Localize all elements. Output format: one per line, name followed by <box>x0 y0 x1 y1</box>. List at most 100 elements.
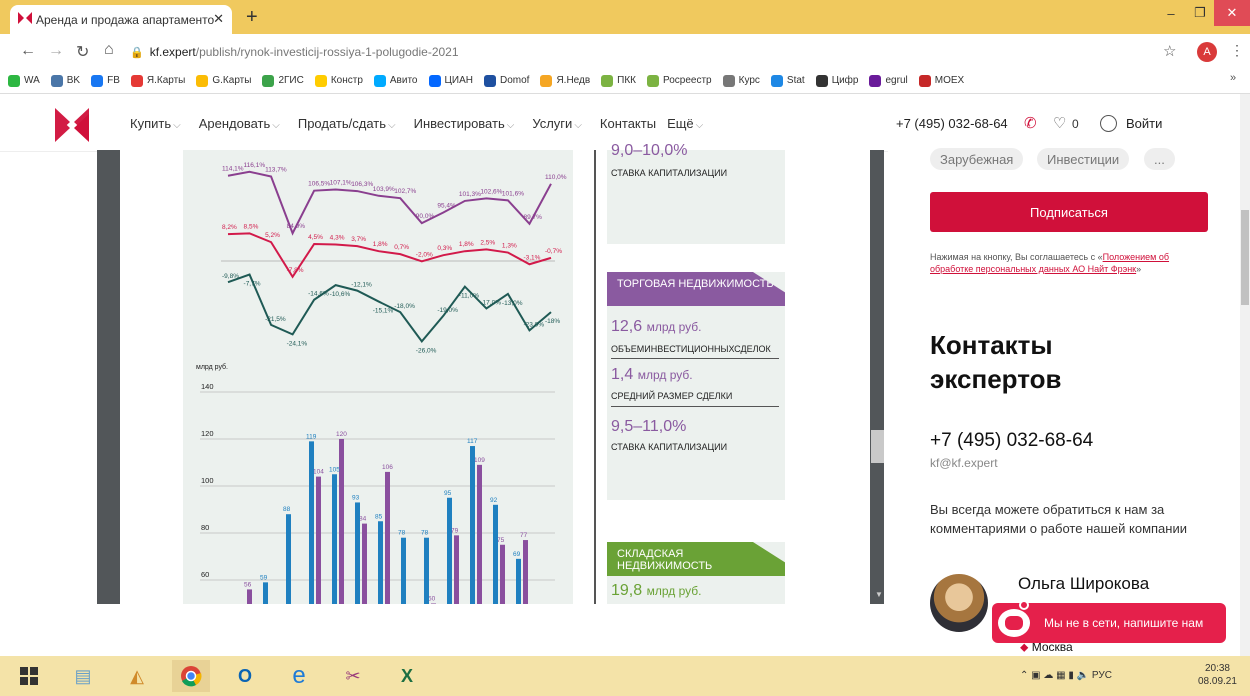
line-data-label: -15,1% <box>373 308 394 315</box>
back-icon[interactable]: ← <box>20 42 36 60</box>
snipping-tool-icon[interactable]: ✂ <box>334 660 372 692</box>
bookmark-item[interactable]: Авито <box>373 74 418 87</box>
nav-item[interactable]: Контакты <box>600 116 658 131</box>
nav-item[interactable]: Инвестировать ⌵ <box>414 116 524 131</box>
bookmark-star-icon[interactable]: ☆ <box>1163 42 1176 60</box>
line-series-1 <box>227 232 552 279</box>
bar-tick-label: 80 <box>201 523 209 532</box>
bar-data-label: 117 <box>467 438 478 445</box>
subscribe-button[interactable]: Подписаться <box>930 192 1208 232</box>
home-icon[interactable]: ⌂ <box>104 41 114 59</box>
profile-avatar[interactable]: A <box>1197 42 1217 62</box>
contact-phone[interactable]: +7 (495) 032-68-64 <box>930 430 1093 452</box>
line-data-label: 101,3% <box>459 191 481 198</box>
bar-data-label: 109 <box>474 457 485 464</box>
bookmark-item[interactable]: Констр <box>314 74 363 87</box>
line-data-label: 8,5% <box>244 223 259 230</box>
bar <box>286 514 291 604</box>
taskbar-clock[interactable]: 20:38 08.09.21 <box>1198 662 1237 688</box>
line-data-label: 116,1% <box>244 162 266 169</box>
nav-item[interactable]: Продать/сдать ⌵ <box>298 116 405 131</box>
restore-icon[interactable]: ❐ <box>1186 0 1214 26</box>
line-series-0 <box>227 170 552 236</box>
file-explorer-icon[interactable]: ▤ <box>64 660 102 692</box>
knight-frank-logo-icon[interactable] <box>55 108 89 142</box>
bookmark-label: Авито <box>389 75 418 86</box>
bookmark-favicon-icon <box>722 74 735 87</box>
bookmark-item[interactable]: Цифр <box>815 74 858 87</box>
line-data-label: 103,9% <box>373 186 395 193</box>
forward-icon[interactable]: → <box>48 42 64 60</box>
menu-icon[interactable]: ⋮ <box>1230 42 1244 59</box>
address-bar[interactable]: 🔒 kf.expert/publish/rynok-investicij-ros… <box>130 40 1210 64</box>
bookmark-item[interactable]: Domof <box>483 74 529 87</box>
bar <box>339 439 344 604</box>
line-data-label: 110,0% <box>545 174 567 181</box>
bookmark-item[interactable]: ПКК <box>601 74 636 87</box>
bookmark-item[interactable]: FB <box>91 74 120 87</box>
favorites-count: 0 <box>1072 117 1079 131</box>
nav-item-label: Инвестировать <box>413 116 505 131</box>
tag-chip[interactable]: Зарубежная <box>930 148 1024 170</box>
line-data-label: 90,0% <box>416 213 435 220</box>
line-data-label: 106,5% <box>308 181 330 188</box>
outlook-icon[interactable]: O <box>226 660 264 692</box>
bookmark-item[interactable]: Курс <box>722 74 760 87</box>
chat-bubble-icon[interactable] <box>998 609 1030 637</box>
line-data-label: -18% <box>545 318 560 325</box>
viewer-scrollbar-thumb[interactable] <box>871 430 884 463</box>
retail-cap-rate-label: СТАВКА КАПИТАЛИЗАЦИИ <box>611 442 728 452</box>
cap-rate-label: СТАВКА КАПИТАЛИЗАЦИИ <box>611 168 728 178</box>
bookmark-item[interactable]: G.Карты <box>196 74 251 87</box>
chevron-down-icon: ⌵ <box>272 120 280 131</box>
nav-item[interactable]: Арендовать ⌵ <box>199 116 289 131</box>
phone-call-icon[interactable]: ✆ <box>1024 114 1037 132</box>
retail-volume-unit: млрд руб. <box>646 320 702 334</box>
page-scrollbar[interactable] <box>1240 94 1250 656</box>
bookmark-item[interactable]: WA <box>8 74 40 87</box>
reload-icon[interactable]: ↻ <box>76 42 89 62</box>
bookmark-item[interactable]: Stat <box>770 74 805 87</box>
bookmark-item[interactable]: MOEX <box>918 74 964 87</box>
new-tab-button[interactable]: + <box>246 6 258 29</box>
windows-start-icon[interactable] <box>10 660 48 692</box>
bookmark-label: Констр <box>330 75 363 86</box>
bookmark-favicon-icon <box>770 74 783 87</box>
browser-tab[interactable]: Аренда и продажа апартаменто ✕ <box>10 5 232 34</box>
bookmark-item[interactable]: Я.Недв <box>540 74 590 87</box>
minimize-icon[interactable]: – <box>1156 0 1186 26</box>
page-scrollbar-thumb[interactable] <box>1241 210 1249 305</box>
close-window-icon[interactable]: ✕ <box>1214 0 1250 26</box>
close-tab-icon[interactable]: ✕ <box>213 11 224 27</box>
bookmark-item[interactable]: egrul <box>869 74 908 87</box>
warehouse-banner: СКЛАДСКАЯ НЕДВИЖИМОСТЬ <box>607 542 785 576</box>
bookmark-item[interactable]: Я.Карты <box>130 74 185 87</box>
excel-icon[interactable]: X <box>388 660 426 692</box>
nav-item[interactable]: Купить ⌵ <box>130 116 190 131</box>
internet-explorer-icon[interactable]: e <box>280 660 318 692</box>
line-data-label: 1,8% <box>459 241 474 248</box>
header-phone[interactable]: +7 (495) 032-68-64 <box>896 116 1008 131</box>
chrome-icon[interactable] <box>172 660 210 692</box>
bar <box>247 589 252 604</box>
language-indicator[interactable]: РУС <box>1092 670 1112 681</box>
login-link[interactable]: Войти <box>1126 116 1162 131</box>
contact-email[interactable]: kf@kf.expert <box>930 456 998 470</box>
user-icon[interactable] <box>1100 115 1117 132</box>
tag-chip[interactable]: Инвестиции <box>1037 148 1130 170</box>
expert-name[interactable]: Ольга Широкова <box>1018 574 1149 594</box>
line-data-label: -3,1% <box>523 254 540 261</box>
matlab-icon[interactable]: ◭ <box>118 660 156 692</box>
heart-icon[interactable]: ♡ <box>1053 114 1066 132</box>
bookmark-item[interactable]: BK <box>50 74 80 87</box>
nav-item[interactable]: Ещё ⌵ <box>667 116 712 131</box>
bookmarks-overflow-icon[interactable]: » <box>1230 72 1236 84</box>
line-data-label: -0,7% <box>545 248 562 255</box>
bookmark-item[interactable]: Росреестр <box>647 74 712 87</box>
nav-item[interactable]: Услуги ⌵ <box>532 116 591 131</box>
bookmark-item[interactable]: 2ГИС <box>262 74 304 87</box>
tag-chip-more[interactable]: ... <box>1144 148 1175 170</box>
viewer-scroll-down-icon[interactable]: ▼ <box>875 590 883 599</box>
bookmark-item[interactable]: ЦИАН <box>428 74 473 87</box>
system-tray[interactable]: ⌃ ▣ ☁ ▦ ▮ 🔈 РУС <box>1020 670 1112 681</box>
